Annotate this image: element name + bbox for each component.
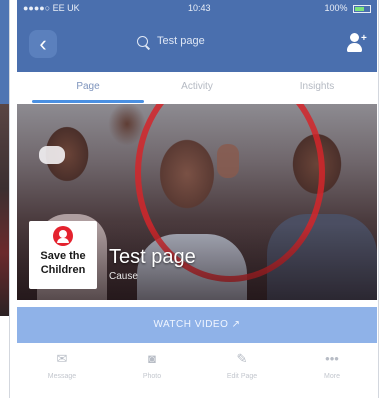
cta-label: WATCH VIDEO ↗: [153, 319, 241, 330]
profile-picture[interactable]: Save the Children: [29, 221, 97, 289]
left-strip-blue: [0, 0, 9, 104]
logo-text-line1: Save the: [40, 250, 86, 262]
person-head: [350, 33, 359, 42]
cover-hair-bow: [39, 146, 65, 164]
edit-page-label: Edit Page: [226, 373, 258, 380]
watch-video-button[interactable]: WATCH VIDEO ↗: [17, 307, 377, 343]
more-label: More: [324, 373, 340, 380]
edit-page-button[interactable]: ✎ Edit Page: [197, 343, 287, 398]
carrier-label: ●●●●○ EE UK: [23, 3, 80, 13]
logo-text-line2: Children: [40, 264, 86, 276]
chevron-left-icon: ‹: [39, 31, 47, 56]
pencil-icon: ✎: [236, 351, 248, 366]
message-label: Message: [47, 373, 77, 380]
action-bar: ✉ Message ◙ Photo ✎ Edit Page ••• More: [17, 343, 377, 398]
back-button[interactable]: ‹: [29, 30, 57, 58]
battery-icon: [353, 4, 371, 13]
message-button[interactable]: ✉ Message: [17, 343, 107, 398]
tab-activity[interactable]: Activity: [137, 81, 257, 92]
tab-insights[interactable]: Insights: [257, 81, 377, 92]
person-body: [347, 43, 362, 52]
person-add-icon[interactable]: +: [345, 32, 367, 54]
right-divider: [378, 0, 379, 398]
active-tab-indicator: [32, 100, 144, 103]
screenshot-frame: ●●●●○ EE UK 10:43 100% ‹ Test page + Pag…: [0, 0, 385, 398]
search-field[interactable]: Test page: [137, 32, 257, 54]
tab-page[interactable]: Page: [28, 81, 148, 92]
right-neighbor-edge: [378, 0, 385, 398]
plus-icon: +: [361, 33, 367, 44]
battery-indicator: 100%: [324, 3, 371, 13]
clock: 10:43: [188, 3, 211, 13]
left-neighbor-edge: [0, 0, 11, 398]
camera-icon: ◙: [148, 351, 156, 366]
page-name: Test page: [109, 246, 196, 268]
left-divider: [9, 0, 10, 398]
cover-photo[interactable]: Save the Children Test page Cause: [17, 104, 377, 300]
nav-bar: ‹ Test page +: [17, 16, 377, 72]
search-icon: [137, 36, 148, 47]
save-the-children-emblem-icon: [53, 226, 73, 246]
phone-screen: ●●●●○ EE UK 10:43 100% ‹ Test page + Pag…: [17, 0, 377, 398]
left-strip-photo: [0, 104, 9, 316]
photo-button[interactable]: ◙ Photo: [107, 343, 197, 398]
search-text: Test page: [157, 35, 205, 47]
page-category: Cause: [109, 271, 138, 282]
message-icon: ✉: [56, 351, 68, 366]
photo-label: Photo: [142, 373, 162, 380]
status-bar: ●●●●○ EE UK 10:43 100%: [17, 0, 377, 16]
tab-bar: Page Activity Insights: [17, 72, 377, 105]
more-button[interactable]: ••• More: [287, 343, 377, 398]
battery-percent: 100%: [324, 3, 348, 13]
more-icon: •••: [325, 351, 339, 366]
